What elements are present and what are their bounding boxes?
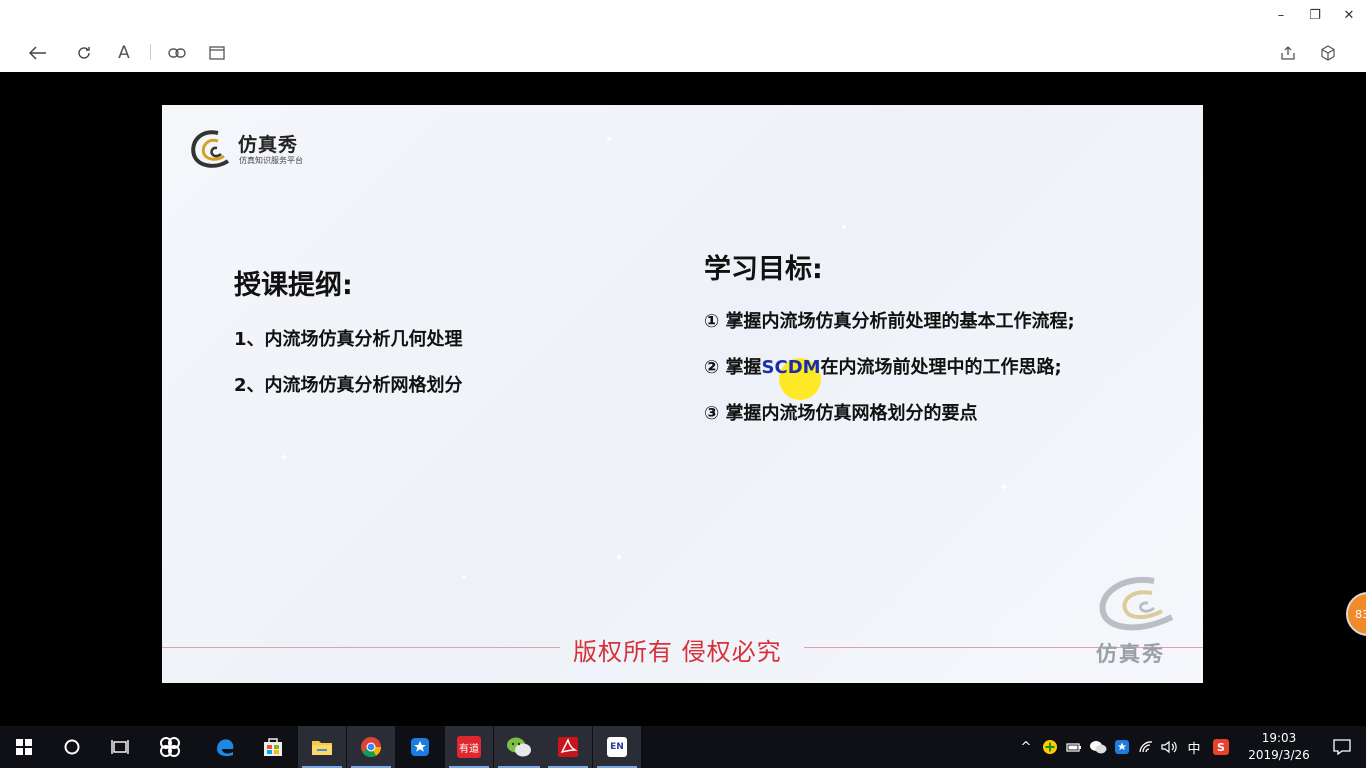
goals-title: 学习目标:: [704, 254, 823, 285]
qq-star-icon: [1115, 740, 1129, 754]
tray-sogou-icon[interactable]: S: [1212, 738, 1230, 756]
taskbar-app-pinwheel[interactable]: [146, 726, 194, 768]
youdao-icon: 有道: [457, 736, 481, 758]
share-button[interactable]: [1275, 40, 1301, 66]
goal-highlight: SCDM: [761, 357, 821, 378]
battery-icon: [1066, 743, 1081, 752]
tray-volume-icon[interactable]: [1160, 738, 1178, 756]
cortana-circle-icon: [64, 739, 80, 755]
decor-dot: [617, 555, 621, 559]
tray-ime-indicator[interactable]: 中: [1185, 738, 1203, 757]
decor-dot: [607, 137, 611, 141]
read-aloud-button[interactable]: A: [111, 40, 137, 66]
decor-dot: [282, 455, 286, 459]
sogou-icon: S: [1213, 739, 1229, 755]
taskbar-app-qq-browser[interactable]: [396, 726, 444, 768]
refresh-icon: [78, 47, 90, 59]
goal-item: ① 掌握内流场仿真分析前处理的基本工作流程;: [704, 311, 1075, 332]
watermark-logo-icon: [1099, 576, 1174, 631]
task-view-button[interactable]: [96, 726, 144, 768]
taskbar-app-wechat[interactable]: [494, 726, 544, 768]
tray-wechat-icon[interactable]: [1089, 738, 1107, 756]
cortana-button[interactable]: [48, 726, 96, 768]
taskbar-app-file-explorer[interactable]: [298, 726, 346, 768]
toolbar-divider: [150, 44, 151, 60]
acrobat-icon: [558, 737, 578, 757]
task-view-icon: [111, 740, 129, 754]
share-icon: [1281, 46, 1295, 60]
brand-subtitle: 仿真知识服务平台: [239, 156, 303, 165]
taskbar-app-store[interactable]: [249, 726, 297, 768]
taskbar-app-chrome[interactable]: [347, 726, 395, 768]
windows-taskbar: 有道 EN ^ 中 S 19:03 2019/3/26: [0, 726, 1366, 768]
clock-date: 2019/3/26: [1248, 748, 1310, 762]
app-titlebar: – ❐ ✕ A: [0, 0, 1366, 72]
chrome-icon: [361, 737, 382, 758]
decor-dot: [842, 225, 846, 229]
outline-item: 1、内流场仿真分析几何处理: [234, 329, 463, 350]
pinwheel-icon: [160, 737, 180, 757]
taskbar-clock[interactable]: 19:03 2019/3/26: [1244, 730, 1314, 764]
link-button[interactable]: [164, 40, 190, 66]
clock-time: 19:03: [1261, 731, 1297, 745]
cube-button[interactable]: [1315, 40, 1341, 66]
start-button[interactable]: [0, 726, 48, 768]
refresh-button[interactable]: [71, 40, 97, 66]
wechat-icon: [507, 737, 531, 757]
back-arrow-icon: [29, 46, 46, 60]
taskbar-app-youdao[interactable]: 有道: [445, 726, 493, 768]
decor-dot: [462, 575, 466, 579]
wifi-icon: [1139, 741, 1153, 753]
taskbar-app-edge[interactable]: [201, 726, 249, 768]
goal-item: ② 掌握SCDM在内流场前处理中的工作思路;: [704, 357, 1062, 378]
speaker-icon: [1161, 740, 1177, 754]
back-button[interactable]: [25, 40, 51, 66]
tray-battery-icon[interactable]: [1065, 738, 1083, 756]
notification-icon: [1333, 739, 1351, 755]
tray-overflow-button[interactable]: ^: [1017, 738, 1035, 756]
brand-logo-icon: [191, 130, 230, 168]
store-icon: [264, 738, 282, 756]
wechat-tray-icon: [1090, 741, 1107, 754]
outline-item: 2、内流场仿真分析网格划分: [234, 375, 463, 396]
outline-title: 授课提纲:: [234, 270, 353, 301]
taskbar-app-en[interactable]: EN: [593, 726, 641, 768]
cube-icon: [1321, 45, 1335, 61]
window-icon: [209, 46, 225, 60]
window-button[interactable]: [204, 40, 230, 66]
folder-icon: [312, 741, 332, 755]
copyright-notice: 版权所有 侵权必究: [573, 638, 782, 666]
edge-icon: [217, 739, 234, 757]
link-icon: [168, 48, 186, 58]
restore-button[interactable]: ❐: [1298, 4, 1332, 26]
taskbar-app-acrobat[interactable]: [544, 726, 592, 768]
close-button[interactable]: ✕: [1332, 4, 1366, 26]
goal-item: ③ 掌握内流场仿真网格划分的要点: [704, 403, 978, 424]
tray-wifi-icon[interactable]: [1137, 738, 1155, 756]
action-center-button[interactable]: [1318, 726, 1366, 768]
tray-360-icon[interactable]: [1041, 738, 1059, 756]
footer-divider-left: [162, 647, 560, 648]
decor-dot: [1002, 485, 1006, 489]
windows-logo-icon: [16, 739, 32, 755]
text-size-icon: A: [118, 43, 130, 63]
en-app-icon: EN: [607, 737, 627, 757]
watermark-text: 仿真秀: [1096, 642, 1165, 666]
brand-name: 仿真秀: [238, 134, 299, 156]
qq-browser-icon: [411, 738, 429, 756]
tray-qq-browser-icon[interactable]: [1113, 738, 1131, 756]
minimize-button[interactable]: –: [1264, 4, 1298, 26]
plus-shield-icon: [1043, 740, 1057, 754]
presentation-slide: 仿真秀 仿真知识服务平台 授课提纲: 1、内流场仿真分析几何处理 2、内流场仿真…: [162, 105, 1203, 683]
